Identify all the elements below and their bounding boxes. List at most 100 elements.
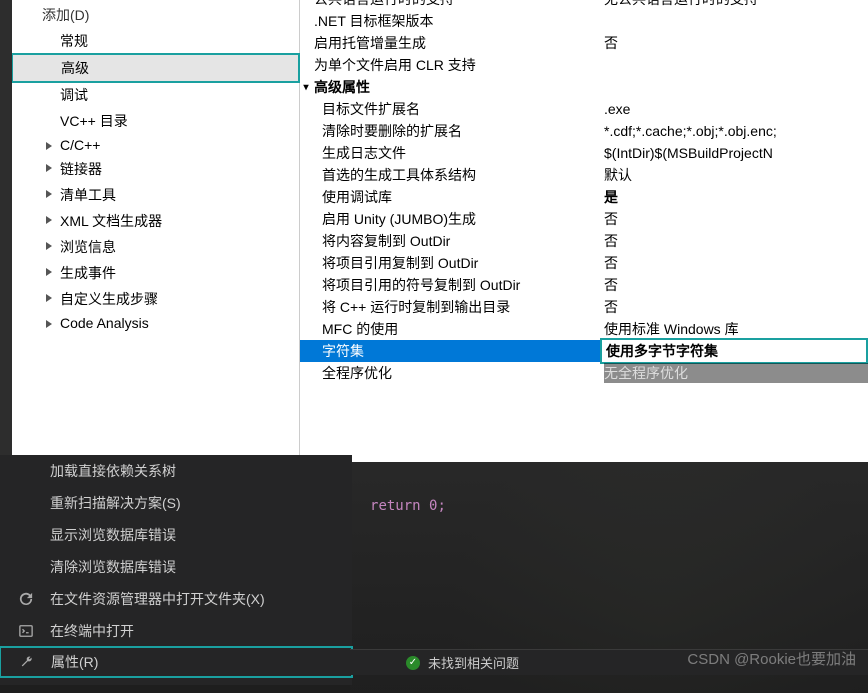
tree-item-11[interactable]: Code Analysis — [12, 312, 299, 334]
tree-item-label: Code Analysis — [60, 315, 149, 331]
tree-item-label: 清单工具 — [60, 187, 116, 203]
tree-item-7[interactable]: XML 文档生成器 — [12, 208, 299, 234]
prop-name: 字符集 — [314, 341, 604, 361]
prop-value[interactable]: 否 — [604, 209, 868, 229]
tree-item-9[interactable]: 生成事件 — [12, 260, 299, 286]
tree-item-label: 调试 — [60, 87, 88, 103]
property-grid: 公共语言运行时的支持无公共语言运行时的支持.NET 目标框架版本启用托管增量生成… — [300, 0, 868, 462]
prop-name: 将 C++ 运行时复制到输出目录 — [314, 297, 604, 317]
ctx-item-3[interactable]: 清除浏览数据库错误 — [0, 551, 352, 583]
prop-row[interactable]: 将 C++ 运行时复制到输出目录否 — [300, 296, 868, 318]
tree-item-6[interactable]: 清单工具 — [12, 182, 299, 208]
chevron-right-icon — [46, 190, 52, 198]
tree-item-label: 自定义生成步骤 — [60, 291, 158, 307]
prop-name: 公共语言运行时的支持 — [314, 0, 604, 9]
prop-value[interactable]: .exe — [604, 101, 868, 117]
ctx-item-label: 显示浏览数据库错误 — [50, 525, 176, 545]
tree-item-8[interactable]: 浏览信息 — [12, 234, 299, 260]
prop-row[interactable]: 公共语言运行时的支持无公共语言运行时的支持 — [300, 0, 868, 10]
ctx-item-1[interactable]: 重新扫描解决方案(S) — [0, 487, 352, 519]
tree-item-1[interactable]: 高级 — [11, 53, 300, 83]
prop-value[interactable]: 是 — [604, 187, 868, 207]
code-text: eturn 0; — [378, 498, 445, 514]
chevron-right-icon — [46, 294, 52, 302]
tree-item-label: C/C++ — [60, 137, 100, 153]
section-advanced[interactable]: 高级属性 — [300, 76, 868, 98]
chevron-right-icon — [46, 268, 52, 276]
tree-item-label: 常规 — [60, 33, 88, 49]
prop-row[interactable]: 将项目引用的符号复制到 OutDir否 — [300, 274, 868, 296]
check-icon: ✓ — [406, 656, 420, 670]
ctx-item-label: 清除浏览数据库错误 — [50, 557, 176, 577]
ctx-item-label: 属性(R) — [51, 652, 98, 672]
prop-value[interactable]: 使用多字节字符集 — [600, 338, 868, 364]
prop-name: 目标文件扩展名 — [314, 99, 604, 119]
chevron-right-icon — [46, 216, 52, 224]
ctx-item-2[interactable]: 显示浏览数据库错误 — [0, 519, 352, 551]
prop-value[interactable]: *.cdf;*.cache;*.obj;*.obj.enc; — [604, 123, 868, 139]
prop-row[interactable]: 将项目引用复制到 OutDir否 — [300, 252, 868, 274]
prop-value[interactable]: 无全程序优化 — [604, 363, 868, 383]
prop-row[interactable]: 全程序优化无全程序优化 — [300, 362, 868, 384]
prop-value[interactable]: 无公共语言运行时的支持 — [604, 0, 868, 9]
prop-row[interactable]: 启用托管增量生成否 — [300, 32, 868, 54]
prop-value[interactable]: 否 — [604, 231, 868, 251]
prop-row[interactable]: 启用 Unity (JUMBO)生成否 — [300, 208, 868, 230]
prop-row[interactable]: 将内容复制到 OutDir否 — [300, 230, 868, 252]
prop-value[interactable]: 否 — [604, 297, 868, 317]
chevron-right-icon — [46, 242, 52, 250]
prop-name: 将内容复制到 OutDir — [314, 231, 604, 251]
config-tree: 添加(D) 常规高级调试 VC++ 目录 C/C++ 链接器清单工具 XML 文档生成器… — [12, 0, 300, 462]
prop-name: 为单个文件启用 CLR 支持 — [314, 55, 604, 75]
context-menu: 加载直接依赖关系树重新扫描解决方案(S) 显示浏览数据库错误清除浏览数据库错误在文… — [0, 455, 352, 685]
prop-row[interactable]: 目标文件扩展名.exe — [300, 98, 868, 120]
prop-row[interactable]: .NET 目标框架版本 — [300, 10, 868, 32]
tree-item-10[interactable]: 自定义生成步骤 — [12, 286, 299, 312]
ctx-item-label: 在文件资源管理器中打开文件夹(X) — [50, 589, 265, 609]
tree-item-label: 链接器 — [60, 161, 102, 177]
tree-item-label: 浏览信息 — [60, 239, 116, 255]
ctx-item-0[interactable]: 加载直接依赖关系树 — [0, 455, 352, 487]
chevron-right-icon — [46, 142, 52, 150]
prop-name: 启用 Unity (JUMBO)生成 — [314, 209, 604, 229]
tree-item-2[interactable]: 调试 — [12, 82, 299, 108]
tree-item-label: 高级 — [61, 60, 89, 76]
prop-name: .NET 目标框架版本 — [314, 11, 604, 31]
prop-row[interactable]: MFC 的使用使用标准 Windows 库 — [300, 318, 868, 340]
prop-row[interactable]: 字符集使用多字节字符集 — [300, 340, 868, 362]
ctx-item-5[interactable]: 在终端中打开 — [0, 615, 352, 647]
prop-value[interactable]: 使用标准 Windows 库 — [604, 319, 868, 339]
prop-value[interactable]: 否 — [604, 253, 868, 273]
prop-value[interactable]: 否 — [604, 275, 868, 295]
tree-item-4[interactable]: C/C++ — [12, 134, 299, 156]
wrench-icon — [19, 654, 35, 670]
prop-name: 启用托管增量生成 — [314, 33, 604, 53]
prop-row[interactable]: 生成日志文件$(IntDir)$(MSBuildProjectN — [300, 142, 868, 164]
ctx-item-label: 重新扫描解决方案(S) — [50, 493, 181, 513]
prop-value[interactable]: $(IntDir)$(MSBuildProjectN — [604, 145, 868, 161]
watermark: CSDN @Rookie也要加油 — [687, 648, 856, 669]
tree-item-label: XML 文档生成器 — [60, 213, 162, 229]
prop-value[interactable]: 否 — [604, 33, 868, 53]
property-pages-dialog: 添加(D) 常规高级调试 VC++ 目录 C/C++ 链接器清单工具 XML 文档生成器… — [12, 0, 868, 462]
tree-item-0[interactable]: 常规 — [12, 28, 299, 54]
prop-row[interactable]: 清除时要删除的扩展名*.cdf;*.cache;*.obj;*.obj.enc; — [300, 120, 868, 142]
refresh-icon — [18, 591, 34, 607]
ctx-item-6[interactable]: 属性(R) — [0, 646, 353, 678]
prop-value[interactable]: 默认 — [604, 165, 868, 185]
prop-name: MFC 的使用 — [314, 319, 604, 339]
prop-name: 使用调试库 — [314, 187, 604, 207]
prop-name: 首选的生成工具体系结构 — [314, 165, 604, 185]
ctx-item-4[interactable]: 在文件资源管理器中打开文件夹(X) — [0, 583, 352, 615]
prop-name: 将项目引用复制到 OutDir — [314, 253, 604, 273]
tree-item-3[interactable]: VC++ 目录 — [12, 108, 299, 134]
prop-row[interactable]: 为单个文件启用 CLR 支持 — [300, 54, 868, 76]
prop-row[interactable]: 首选的生成工具体系结构默认 — [300, 164, 868, 186]
prop-name: 将项目引用的符号复制到 OutDir — [314, 275, 604, 295]
prop-row[interactable]: 使用调试库是 — [300, 186, 868, 208]
tree-item-root[interactable]: 添加(D) — [12, 2, 299, 28]
section-label: 高级属性 — [314, 77, 370, 97]
status-text: 未找到相关问题 — [428, 653, 519, 672]
tree-item-label: VC++ 目录 — [60, 113, 128, 129]
tree-item-5[interactable]: 链接器 — [12, 156, 299, 182]
